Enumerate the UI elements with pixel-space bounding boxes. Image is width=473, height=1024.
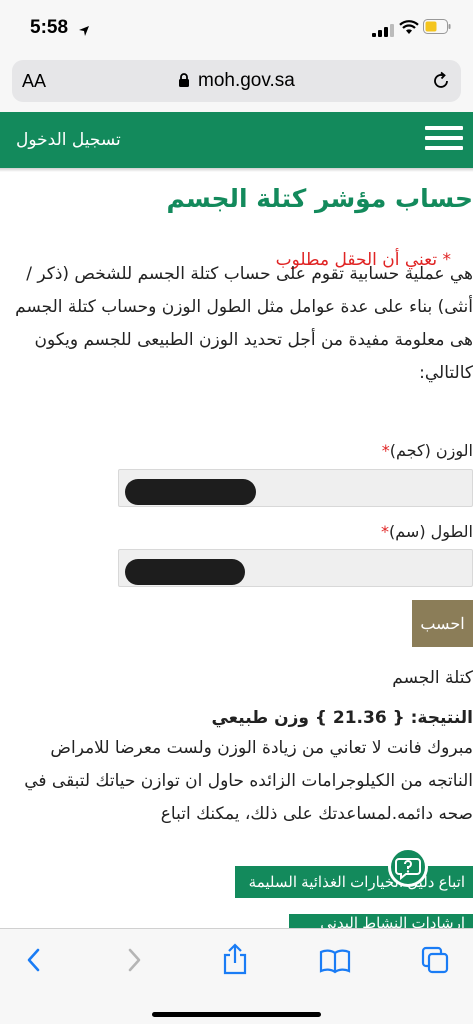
bookmarks-icon[interactable] bbox=[319, 948, 351, 978]
share-icon[interactable] bbox=[221, 943, 249, 979]
forward-icon[interactable] bbox=[124, 947, 144, 977]
result-value: النتيجة: { 21.36 } وزن طبيعي bbox=[211, 708, 473, 728]
calculate-button[interactable]: احسب bbox=[412, 600, 473, 647]
weight-label: الوزن (كجم)* bbox=[381, 441, 473, 460]
description: هي عملية حسابية تقوم على حساب كتلة الجسم… bbox=[15, 264, 473, 383]
chat-bubble-icon bbox=[395, 858, 421, 881]
result-message: مبروك فانت لا تعاني من زيادة الوزن ولست … bbox=[24, 738, 473, 824]
lock-icon bbox=[178, 73, 190, 92]
chat-support-button[interactable] bbox=[388, 847, 428, 887]
url-text[interactable]: moh.gov.sa bbox=[198, 70, 295, 92]
page-title: حساب مؤشر كتلة الجسم bbox=[166, 184, 473, 213]
physical-activity-button[interactable]: إرشادات النشاط البدني bbox=[289, 914, 473, 928]
status-bar: 5:58 bbox=[0, 0, 473, 54]
site-header: تسجيل الدخول bbox=[0, 112, 473, 168]
healthy-food-guide-button[interactable]: اتباع دليل الخيارات الغذائية السليمة bbox=[235, 866, 473, 898]
redacted-value bbox=[125, 559, 245, 585]
browser-header: AA moh.gov.sa bbox=[0, 54, 473, 112]
redacted-value bbox=[125, 479, 256, 505]
address-bar[interactable]: AA moh.gov.sa bbox=[12, 60, 461, 102]
reload-icon[interactable] bbox=[431, 71, 451, 95]
tabs-icon[interactable] bbox=[421, 946, 449, 978]
nav-shadow bbox=[0, 168, 473, 172]
home-indicator bbox=[152, 1012, 321, 1017]
back-icon[interactable] bbox=[24, 947, 44, 977]
login-link[interactable]: تسجيل الدخول bbox=[16, 130, 121, 150]
wifi-icon bbox=[399, 20, 419, 39]
hamburger-menu-icon[interactable] bbox=[425, 126, 463, 152]
weight-input[interactable] bbox=[118, 469, 473, 507]
status-time: 5:58 bbox=[30, 17, 69, 38]
location-arrow-icon bbox=[78, 22, 90, 41]
text-size-button[interactable]: AA bbox=[22, 71, 46, 92]
battery-icon bbox=[423, 19, 451, 38]
cellular-signal-icon bbox=[372, 22, 394, 41]
height-label: الطول (سم)* bbox=[381, 522, 473, 541]
browser-toolbar bbox=[0, 928, 473, 1024]
height-input[interactable] bbox=[118, 549, 473, 587]
result-heading: كتلة الجسم bbox=[392, 668, 473, 688]
